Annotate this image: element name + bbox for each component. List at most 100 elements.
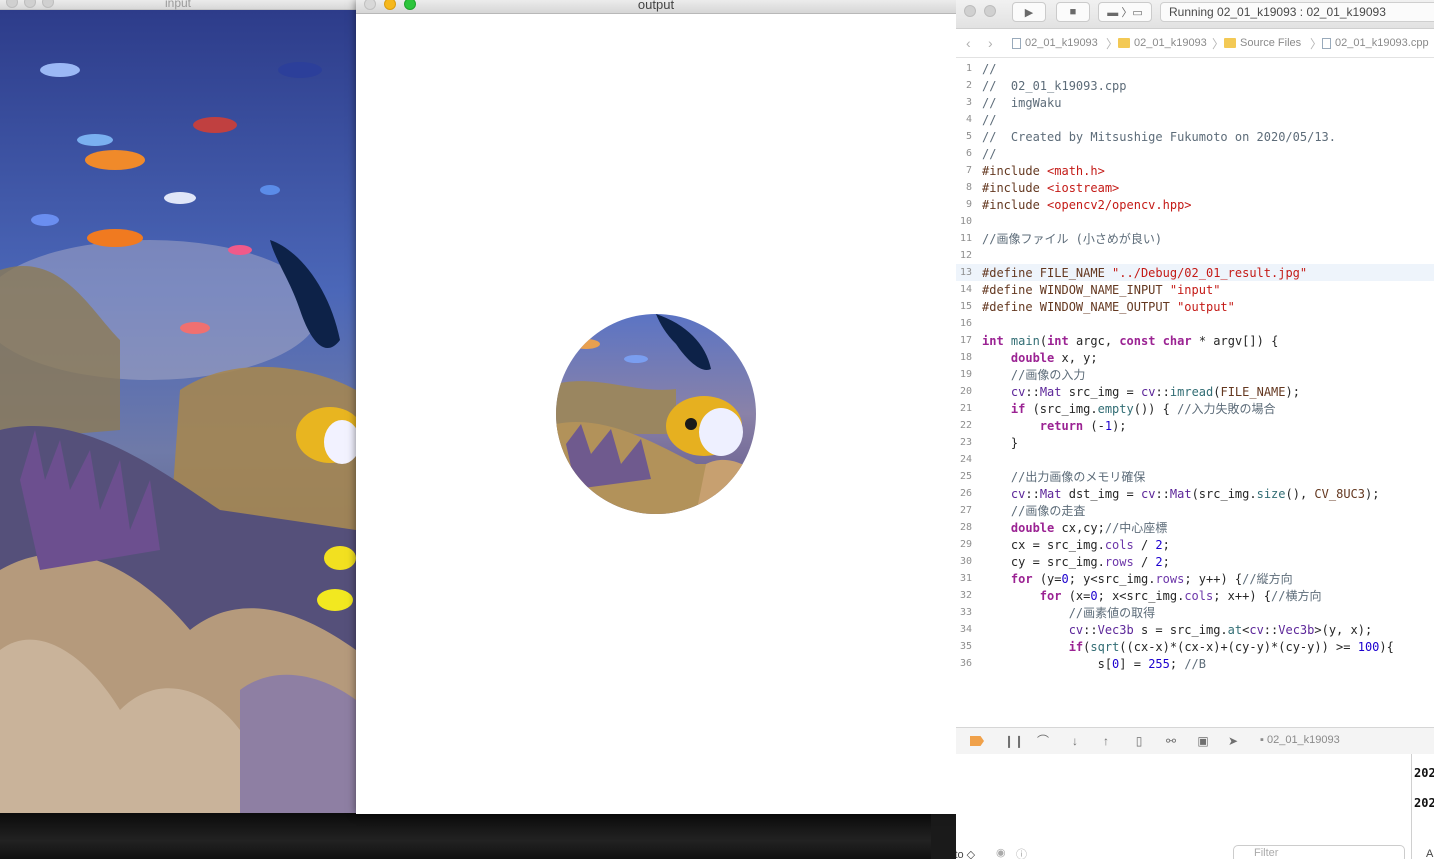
- line-number: 17: [959, 335, 972, 346]
- cpp-file-icon: [1322, 37, 1331, 49]
- breakpoints-toggle-icon[interactable]: [970, 736, 984, 746]
- aquarium-photo: [0, 10, 356, 813]
- code-line: #define WINDOW_NAME_OUTPUT "output": [982, 300, 1235, 314]
- code-line: //画像の走査: [982, 504, 1086, 518]
- close-icon[interactable]: [964, 5, 976, 17]
- activity-status: Running 02_01_k19093 : 02_01_k19093: [1160, 2, 1434, 22]
- line-number: 14: [959, 284, 972, 295]
- console-line: 202: [1414, 796, 1434, 810]
- debug-target: ▪ 02_01_k19093: [1260, 734, 1340, 746]
- breadcrumb-group[interactable]: Source Files: [1224, 37, 1301, 49]
- line-number: 3: [965, 97, 972, 108]
- output-titlebar[interactable]: output: [356, 0, 956, 14]
- chevron-right-icon: 〉: [1106, 37, 1119, 51]
- breadcrumb-file[interactable]: 02_01_k19093.cpp: [1322, 37, 1429, 49]
- info-icon[interactable]: ⓘ: [1016, 846, 1027, 859]
- line-number: 32: [959, 590, 972, 601]
- code-line: for (x=0; x<src_img.cols; x++) {//横方向: [1039, 589, 1322, 603]
- input-window: input: [0, 0, 356, 813]
- code-line: // imgWaku: [982, 96, 1062, 110]
- input-titlebar[interactable]: input: [0, 0, 356, 10]
- code-line: for (y=0; y<src_img.rows; y++) {//縦方向: [1010, 572, 1293, 586]
- eye-icon[interactable]: ◉: [996, 846, 1006, 859]
- all-output-selector[interactable]: All: [1426, 848, 1434, 859]
- circular-output-image: [556, 314, 756, 514]
- line-number: 2: [965, 80, 972, 91]
- code-line: #define FILE_NAME "../Debug/02_01_result…: [982, 266, 1308, 280]
- line-number: 1: [965, 63, 972, 74]
- window-title: output: [637, 0, 675, 12]
- chevron-right-icon: 〉: [1212, 37, 1225, 51]
- console-bottom-bar: Auto ◇ ◉ ⓘ Filter All: [956, 843, 1434, 859]
- minimize-icon[interactable]: [984, 5, 996, 17]
- run-button[interactable]: ▶: [1012, 2, 1046, 22]
- step-into-icon[interactable]: ↓: [1068, 734, 1082, 748]
- jump-bar: ‹ › 02_01_k19093 〉 02_01_k19093 〉 Source…: [956, 31, 1434, 58]
- code-line: //画素値の取得: [982, 606, 1156, 620]
- step-out-icon[interactable]: ↑: [1099, 734, 1113, 748]
- memory-graph-icon[interactable]: ⚯: [1164, 734, 1178, 748]
- line-number: 33: [959, 607, 972, 618]
- line-number: 8: [965, 182, 972, 193]
- code-line: #include <math.h>: [982, 164, 1105, 178]
- line-number: 30: [959, 556, 972, 567]
- code-line: if(sqrt((cx-x)*(cx-x)+(cy-y)*(cy-y)) >= …: [1068, 640, 1394, 654]
- line-number: 6: [965, 148, 972, 159]
- project-icon: [1012, 37, 1021, 49]
- line-number: 4: [965, 114, 972, 125]
- play-icon: ▶: [1024, 6, 1034, 19]
- back-icon[interactable]: ‹: [966, 35, 971, 51]
- ide-toolbar: ▶ ■ ▬ 〉▭ Running 02_01_k19093 : 02_01_k1…: [956, 0, 1434, 29]
- location-icon[interactable]: ➤: [1226, 734, 1240, 748]
- line-number: 7: [965, 165, 972, 176]
- debug-view-icon[interactable]: ▯: [1132, 734, 1146, 748]
- folder-icon: [1118, 38, 1130, 48]
- line-number: 5: [965, 131, 972, 142]
- line-number: 15: [959, 301, 972, 312]
- line-number: 26: [959, 488, 972, 499]
- filter-input[interactable]: Filter: [1233, 845, 1405, 859]
- line-number: 34: [959, 624, 972, 635]
- line-number: 13: [959, 267, 972, 278]
- chevron-right-icon: 〉: [1310, 37, 1323, 51]
- code-line: if (src_img.empty()) { //入力失敗の場合: [1010, 402, 1276, 416]
- code-line: cv::Mat dst_img = cv::Mat(src_img.size()…: [1010, 487, 1380, 501]
- window-title: input: [164, 0, 192, 10]
- stop-icon: ■: [1069, 6, 1077, 18]
- line-number: 23: [959, 437, 972, 448]
- code-line: return (-1);: [1039, 419, 1127, 433]
- code-line: }: [982, 436, 1019, 450]
- code-editor[interactable]: 1 2 3 4 5 6 7 8 9 10 11 12 13 14 15 16 17 18 19 20 21 22 23 24 2…: [956, 59, 1434, 725]
- line-number: 29: [959, 539, 972, 550]
- line-number-gutter: 1 2 3 4 5 6 7 8 9 10 11 12 13 14 15 16 17 18 19 20 21 22 23 24 2…: [956, 59, 978, 725]
- line-number: 12: [959, 250, 972, 261]
- code-line: cv::Mat src_img = cv::imread(FILE_NAME);: [1010, 385, 1300, 399]
- code-line: double cx,cy;//中心座標: [1010, 521, 1168, 535]
- auto-selector[interactable]: Auto ◇: [956, 848, 975, 859]
- breadcrumb-project[interactable]: 02_01_k19093: [1012, 37, 1098, 49]
- output-window: output: [356, 0, 956, 814]
- stop-button[interactable]: ■: [1056, 2, 1090, 22]
- code-line: // 02_01_k19093.cpp: [982, 79, 1127, 93]
- step-over-icon[interactable]: ⌒: [1036, 734, 1050, 748]
- line-number: 16: [959, 318, 972, 329]
- code-line: //: [982, 62, 997, 76]
- scheme-icon: ▬ 〉▭: [1107, 7, 1143, 19]
- console-line: 202: [1414, 766, 1434, 780]
- forward-icon[interactable]: ›: [988, 35, 993, 51]
- folder-icon: [1224, 38, 1236, 48]
- line-number: 28: [959, 522, 972, 533]
- environment-icon[interactable]: ▣: [1196, 734, 1210, 748]
- code-line: cy = src_img.rows / 2;: [982, 555, 1170, 569]
- breadcrumb-folder[interactable]: 02_01_k19093: [1118, 37, 1207, 49]
- code-line: s[0] = 255; //B: [982, 657, 1207, 671]
- line-number: 25: [959, 471, 972, 482]
- line-number: 21: [959, 403, 972, 414]
- line-number: 18: [959, 352, 972, 363]
- line-number: 9: [965, 199, 972, 210]
- desktop-background: [0, 813, 931, 859]
- scheme-selector[interactable]: ▬ 〉▭: [1098, 2, 1152, 22]
- line-number: 24: [959, 454, 972, 465]
- code-line: #define WINDOW_NAME_INPUT "input": [982, 283, 1221, 297]
- pause-icon[interactable]: ❙❙: [1004, 734, 1024, 748]
